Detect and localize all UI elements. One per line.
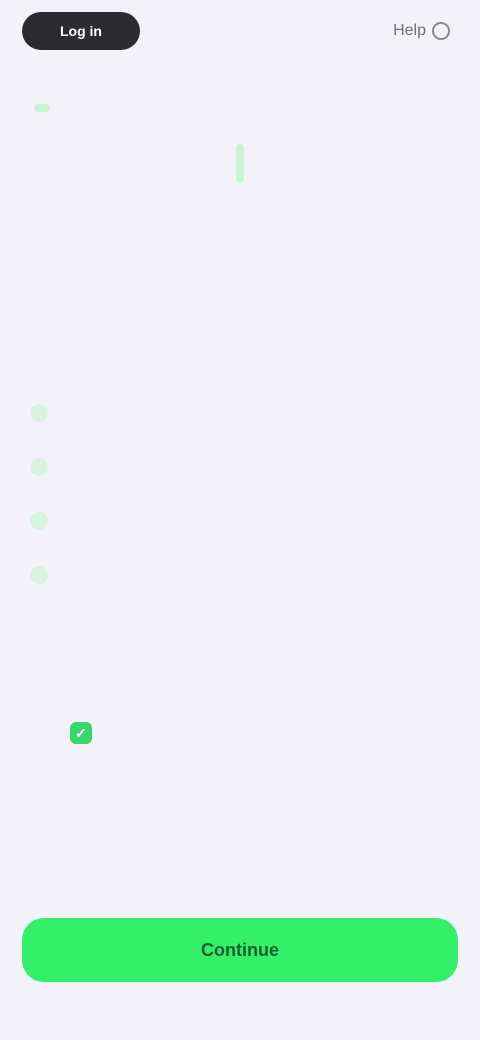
page-title bbox=[36, 140, 444, 186]
help-label: Help bbox=[393, 22, 426, 39]
feature-item bbox=[30, 498, 454, 530]
consent-checkbox[interactable]: ✓ bbox=[70, 722, 92, 744]
check-icon bbox=[30, 512, 48, 530]
top-bar: Log in Help bbox=[22, 10, 450, 52]
feature-item bbox=[30, 444, 454, 476]
feature-item bbox=[30, 390, 454, 422]
login-button[interactable]: Log in bbox=[22, 12, 140, 50]
check-icon bbox=[30, 404, 48, 422]
title-highlight bbox=[236, 144, 244, 182]
feature-list bbox=[30, 390, 454, 606]
eyebrow-badge bbox=[34, 104, 50, 112]
onboarding-page: Log in Help ✓ Continue bbox=[0, 0, 480, 1040]
help-icon bbox=[432, 22, 450, 40]
continue-button[interactable]: Continue bbox=[22, 918, 458, 982]
help-link[interactable]: Help bbox=[393, 22, 450, 40]
check-icon bbox=[30, 458, 48, 476]
check-icon bbox=[30, 566, 48, 584]
feature-item bbox=[30, 552, 454, 584]
consent-row[interactable]: ✓ bbox=[70, 722, 420, 744]
